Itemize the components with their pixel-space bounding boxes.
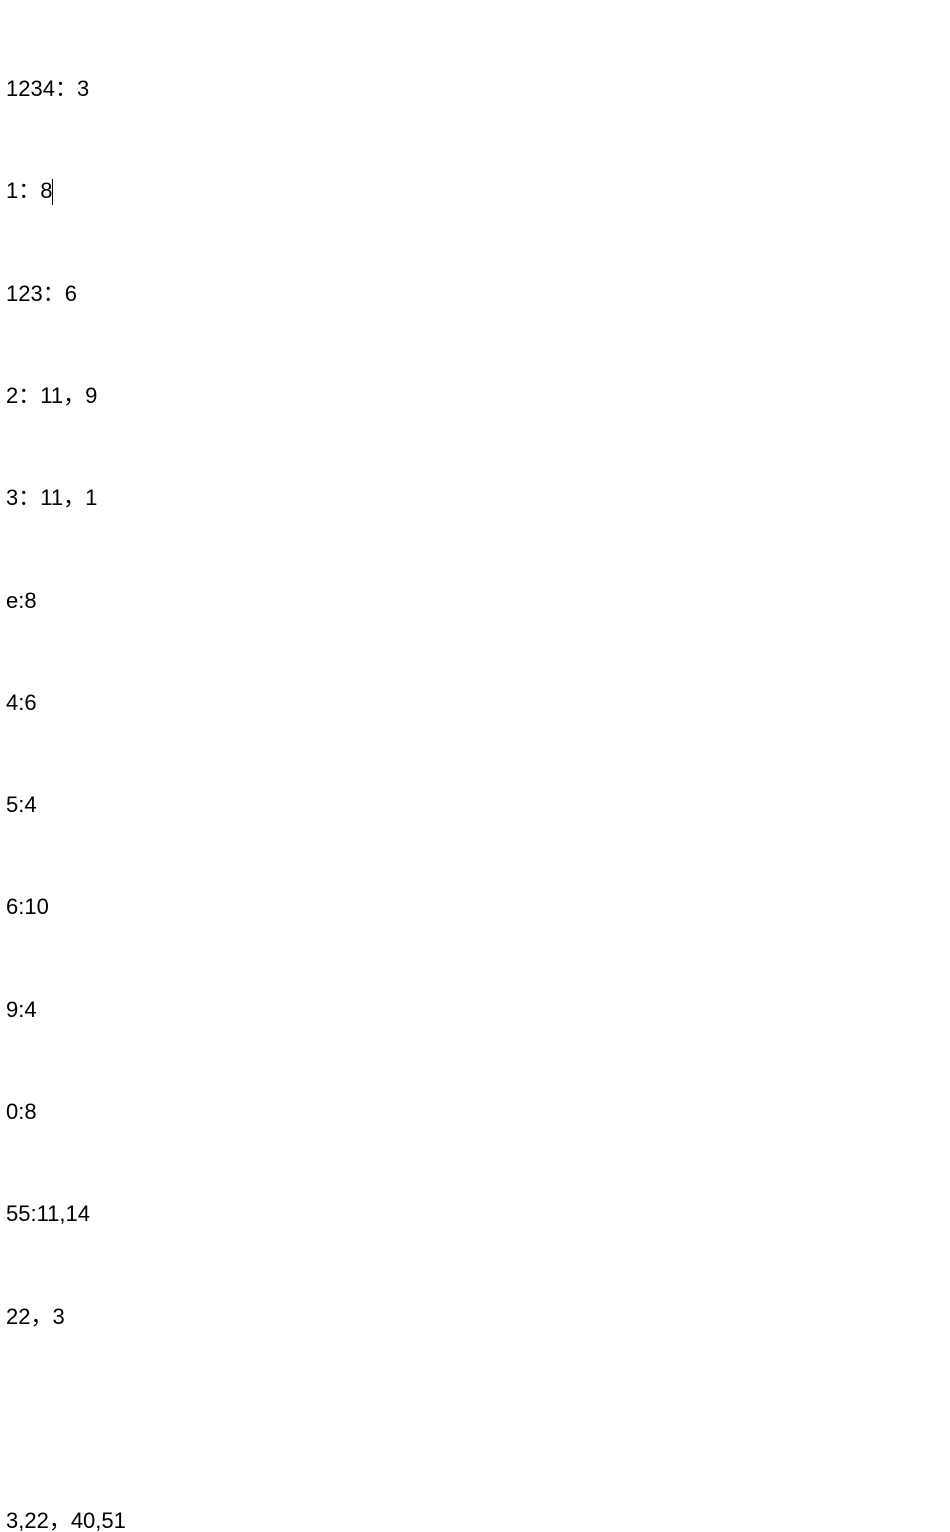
editor-line: 55:11,14: [6, 1197, 944, 1231]
line-text: 5:4: [6, 792, 37, 817]
line-text: e:8: [6, 588, 37, 613]
text-editor[interactable]: 1234：3 1：8 123：6 2：11，9 3：11，1 e:8 4:6 5…: [0, 0, 950, 1532]
line-text: 0:8: [6, 1099, 37, 1124]
line-text: 22，3: [6, 1304, 65, 1329]
line-text: 123：6: [6, 281, 77, 306]
editor-line: 1234：3: [6, 72, 944, 106]
line-text: 1：8: [6, 178, 52, 203]
editor-line: 2：11，9: [6, 379, 944, 413]
line-text: 3：11，1: [6, 485, 97, 510]
editor-line: 123：6: [6, 277, 944, 311]
line-text: 9:4: [6, 997, 37, 1022]
line-text: 6:10: [6, 894, 49, 919]
editor-line: 9:4: [6, 993, 944, 1027]
line-text: 2：11，9: [6, 383, 97, 408]
editor-line: 5:4: [6, 788, 944, 822]
editor-line: 6:10: [6, 890, 944, 924]
line-text: 55:11,14: [6, 1201, 90, 1226]
text-caret: [52, 179, 53, 205]
editor-line: 4:6: [6, 686, 944, 720]
editor-line: 3：11，1: [6, 481, 944, 515]
line-text: 1234：3: [6, 76, 89, 101]
editor-line: 1：8: [6, 174, 944, 208]
line-text: 4:6: [6, 690, 37, 715]
editor-line: e:8: [6, 584, 944, 618]
line-text: 3,22，40,51: [6, 1508, 126, 1532]
editor-line: [6, 1402, 944, 1436]
editor-line: 0:8: [6, 1095, 944, 1129]
editor-line: 22，3: [6, 1300, 944, 1334]
editor-line: 3,22，40,51: [6, 1504, 944, 1532]
